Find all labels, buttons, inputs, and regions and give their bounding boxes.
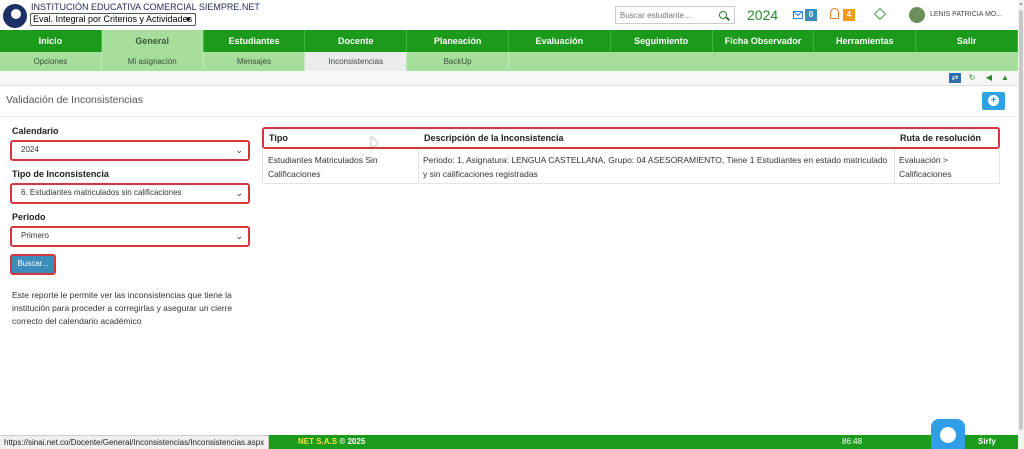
- eval-mode-value: Eval. Integral por Criterios y Actividad…: [33, 14, 193, 24]
- calendar-label: Calendario: [12, 126, 59, 136]
- scroll-up-icon[interactable]: ▲: [1018, 1, 1024, 7]
- back-icon[interactable]: ◀: [984, 73, 994, 83]
- chat-icon: [940, 427, 956, 443]
- cell-ruta[interactable]: Evaluación > Calificaciones: [899, 153, 999, 181]
- table-row: Estudiantes Matriculados Sin Calificacio…: [262, 149, 1000, 184]
- sirfy-logo[interactable]: Sirfy: [978, 435, 996, 449]
- current-year: 2024: [747, 7, 779, 23]
- student-search[interactable]: [615, 6, 735, 24]
- column-divider: [418, 149, 419, 184]
- cube-icon[interactable]: [873, 7, 887, 21]
- status-bar-url: https://sinai.net.co/Docente/General/Inc…: [0, 435, 270, 449]
- period-label: Periodo: [12, 212, 46, 222]
- eval-mode-select[interactable]: Eval. Integral por Criterios y Actividad…: [30, 13, 196, 26]
- nav-item-ficha-observador[interactable]: Ficha Observador: [713, 30, 815, 52]
- inconsistency-type-select[interactable]: 6. Estudiantes matriculados sin califica…: [10, 183, 250, 204]
- plus-icon: +: [988, 95, 999, 106]
- chevron-down-icon: ⌄: [235, 145, 243, 155]
- footer-copyright: NET S.A.S © 2025: [298, 435, 365, 449]
- scrollbar-thumb[interactable]: [1019, 10, 1023, 430]
- sub-nav: Opciones Mi asignación Mensajes Inconsis…: [0, 52, 1018, 71]
- tab-inconsistencias[interactable]: Inconsistencias: [305, 52, 408, 71]
- main-nav: Inicio General Estudiantes Docente Plane…: [0, 30, 1018, 52]
- bell-icon[interactable]: [830, 8, 839, 19]
- session-timer: 86:48: [842, 437, 863, 446]
- tab-opciones[interactable]: Opciones: [0, 52, 102, 71]
- footer-year: © 2025: [339, 437, 366, 446]
- nav-item-estudiantes[interactable]: Estudiantes: [204, 30, 306, 52]
- user-name[interactable]: LENIS PATRICIA MO...: [930, 11, 1002, 18]
- search-icon[interactable]: [719, 11, 727, 19]
- inconsistency-type-value: 6. Estudiantes matriculados sin califica…: [21, 188, 182, 197]
- refresh-icon[interactable]: ↻: [967, 73, 977, 83]
- cell-descripcion: Periodo: 1, Asignatura: LENGUA CASTELLAN…: [423, 155, 888, 179]
- messages-badge[interactable]: 0: [805, 9, 817, 21]
- tab-backup[interactable]: BackUp: [407, 52, 509, 71]
- arrow-up-icon[interactable]: ▲: [1000, 73, 1010, 83]
- calendar-value: 2024: [21, 145, 39, 154]
- institution-logo-icon: [3, 4, 27, 28]
- nav-item-general[interactable]: General: [101, 30, 204, 52]
- nav-item-herramientas[interactable]: Herramientas: [814, 30, 917, 52]
- avatar[interactable]: [909, 7, 925, 23]
- chat-button[interactable]: [931, 419, 965, 449]
- app-window: INSTITUCIÓN EDUCATIVA COMERCIAL SIEMPRE.…: [0, 0, 1024, 449]
- notifications-badge[interactable]: 4: [843, 9, 855, 21]
- divider: [0, 116, 1018, 117]
- nav-item-inicio[interactable]: Inicio: [0, 30, 102, 52]
- column-divider: [894, 149, 895, 184]
- add-button[interactable]: +: [982, 92, 1005, 110]
- page-toolbar: ⇄ ↻ ◀ ▲: [0, 71, 1018, 85]
- period-select[interactable]: Primero ⌄: [10, 226, 250, 247]
- student-search-input[interactable]: [616, 7, 712, 23]
- cell-tipo: Estudiantes Matriculados Sin Calificacio…: [268, 155, 378, 179]
- page-title: Validación de Inconsistencias: [6, 94, 143, 106]
- nav-item-salir[interactable]: Salir: [916, 30, 1018, 52]
- main-panel: Validación de Inconsistencias + Calendar…: [0, 85, 1018, 435]
- top-bar: INSTITUCIÓN EDUCATIVA COMERCIAL SIEMPRE.…: [0, 0, 1018, 30]
- chevron-down-icon: ⌄: [235, 188, 243, 198]
- nav-item-evaluacion[interactable]: Evaluación: [509, 30, 611, 52]
- nav-item-seguimiento[interactable]: Seguimiento: [611, 30, 713, 52]
- footer-brand: NET S.A.S: [298, 437, 338, 446]
- chevron-down-icon: ⌄: [235, 231, 243, 241]
- chevron-down-icon: ▼: [184, 15, 192, 24]
- calendar-select[interactable]: 2024 ⌄: [10, 140, 250, 161]
- page-scrollbar[interactable]: ▲: [1018, 0, 1024, 449]
- tab-mensajes[interactable]: Mensajes: [204, 52, 306, 71]
- nav-item-planeacion[interactable]: Planeación: [407, 30, 509, 52]
- swap-icon[interactable]: ⇄: [949, 73, 961, 83]
- type-label: Tipo de Inconsistencia: [12, 169, 109, 179]
- period-value: Primero: [21, 231, 50, 240]
- mail-icon[interactable]: [793, 11, 803, 19]
- search-button[interactable]: Buscar...: [10, 254, 56, 275]
- institution-name: INSTITUCIÓN EDUCATIVA COMERCIAL SIEMPRE.…: [31, 2, 260, 12]
- header-descripcion[interactable]: Descripción de la Inconsistencia: [424, 133, 894, 143]
- help-text: Este reporte le permite ver las inconsis…: [12, 290, 233, 326]
- tab-mi-asignacion[interactable]: Mi asignación: [102, 52, 204, 71]
- header-ruta[interactable]: Ruta de resolución: [900, 133, 1000, 143]
- header-tipo[interactable]: Tipo: [269, 133, 414, 143]
- nav-item-docente[interactable]: Docente: [305, 30, 408, 52]
